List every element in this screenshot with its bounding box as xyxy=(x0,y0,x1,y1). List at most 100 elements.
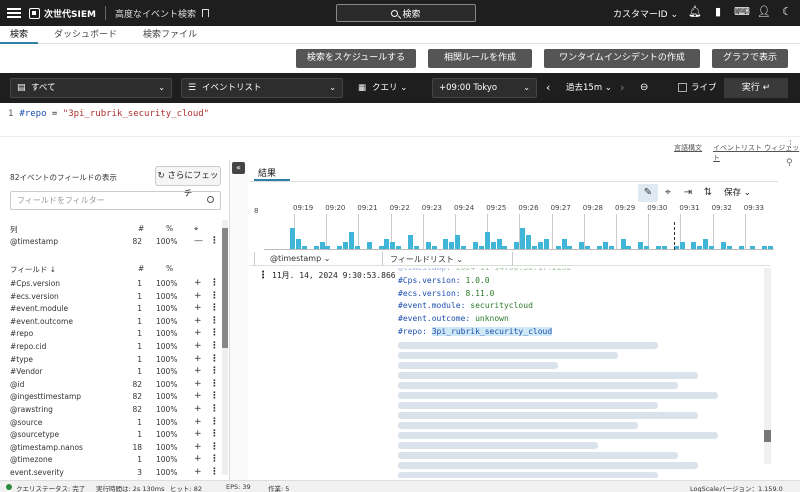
create-correlation-button[interactable]: 相関ルールを作成 xyxy=(428,49,532,68)
histogram-bar[interactable] xyxy=(354,245,360,249)
results-scrollbar[interactable] xyxy=(764,268,771,464)
add-column-icon[interactable]: + xyxy=(194,354,202,364)
more-icon[interactable]: ⋮ xyxy=(210,341,219,351)
event-histogram[interactable]: 8 09:19 09:20 09:21 09:22 09:23 09:24 09:25 09:… xyxy=(254,204,774,250)
field-row[interactable]: @id 82 100% + ⋮ xyxy=(10,379,220,392)
add-column-icon[interactable]: + xyxy=(194,303,202,313)
tab-dashboard[interactable]: ダッシュボード xyxy=(44,26,127,44)
view-dropdown[interactable]: ☰ イベントリスト ⌄ xyxy=(181,78,343,98)
histogram-bar[interactable] xyxy=(366,242,372,249)
field-row[interactable]: @timestamp.nanos 18 100% + ⋮ xyxy=(10,442,220,455)
histogram-bar[interactable] xyxy=(655,245,661,249)
user-icon[interactable]: 👤︎ xyxy=(757,5,771,19)
fields-scrollbar[interactable] xyxy=(222,220,228,475)
histogram-bar[interactable] xyxy=(472,242,478,249)
histogram-bar[interactable] xyxy=(726,245,732,249)
show-graph-button[interactable]: グラフで表示 xyxy=(712,49,788,68)
event-field-line[interactable]: #event.outcome: unknown xyxy=(398,313,718,326)
zoom-out-icon[interactable]: ⊖ xyxy=(640,78,648,98)
event-row[interactable]: ⋮ 11月. 14, 2024 9:30:53.866 @timestamp: … xyxy=(250,268,765,478)
more-icon[interactable]: ⋮ xyxy=(210,379,219,389)
customer-id-selector[interactable]: カスタマーID ⌄ xyxy=(613,7,678,20)
more-icon[interactable]: ⋮ xyxy=(210,303,219,313)
pinned-field-row[interactable]: @timestamp 82 100% — ⋮ xyxy=(10,236,220,249)
histogram-bar[interactable] xyxy=(349,231,355,249)
more-icon[interactable]: ⋮ xyxy=(210,278,219,288)
event-menu-icon[interactable]: ⋮ xyxy=(258,270,268,281)
global-search-button[interactable]: 検索 xyxy=(336,4,476,22)
query-line[interactable]: 1 #repo = "3pi_rubrik_security_cloud" xyxy=(8,109,209,119)
histogram-bar[interactable] xyxy=(596,245,602,249)
fields-label[interactable]: フィールド ↓ xyxy=(10,265,56,274)
add-column-icon[interactable]: + xyxy=(194,291,202,301)
add-column-icon[interactable]: + xyxy=(194,404,202,414)
histogram-bar[interactable] xyxy=(514,242,520,249)
field-row[interactable]: #Vendor 1 100% + ⋮ xyxy=(10,366,220,379)
field-row[interactable]: @sourcetype 1 100% + ⋮ xyxy=(10,429,220,442)
histogram-bar[interactable] xyxy=(526,235,532,249)
histogram-bar[interactable] xyxy=(661,245,667,249)
more-icon[interactable]: ⋮ xyxy=(210,236,219,246)
run-button[interactable]: 実行 ↵ xyxy=(724,78,788,98)
histogram-bar[interactable] xyxy=(620,238,626,249)
histogram-bar[interactable] xyxy=(390,242,396,249)
bookmark-icon[interactable] xyxy=(201,8,209,18)
event-field-line[interactable]: #Cps.version: 1.0.0 xyxy=(398,275,718,288)
field-row[interactable]: @source 1 100% + ⋮ xyxy=(10,417,220,430)
more-icon[interactable]: ⋮ xyxy=(210,467,219,477)
more-icon[interactable]: ⋮ xyxy=(210,404,219,414)
field-row[interactable]: #event.module 1 100% + ⋮ xyxy=(10,303,220,316)
histogram-bar[interactable] xyxy=(585,245,591,249)
histogram-bar[interactable] xyxy=(290,228,295,249)
dark-mode-icon[interactable]: ☾ xyxy=(780,5,794,19)
event-field-line[interactable]: #ecs.version: 8.11.0 xyxy=(398,288,718,301)
histogram-bar[interactable] xyxy=(490,242,496,249)
histogram-bar[interactable] xyxy=(313,245,319,249)
histogram-bar[interactable] xyxy=(425,242,431,249)
field-row[interactable]: @rawstring 82 100% + ⋮ xyxy=(10,404,220,417)
histogram-bar[interactable] xyxy=(644,245,650,249)
histogram-bar[interactable] xyxy=(561,238,567,249)
crosshair-icon[interactable]: ⌖ xyxy=(658,184,678,202)
histogram-bar[interactable] xyxy=(762,245,768,249)
histogram-bar[interactable] xyxy=(697,245,703,249)
histogram-bar[interactable] xyxy=(768,245,774,249)
add-column-icon[interactable]: + xyxy=(194,467,202,477)
histogram-bar[interactable] xyxy=(443,238,449,249)
panel-splitter[interactable] xyxy=(230,160,248,480)
histogram-bar[interactable] xyxy=(703,238,709,249)
histogram-bar[interactable] xyxy=(478,245,484,249)
sort-icon[interactable]: ⇅ xyxy=(698,184,718,202)
event-field-line[interactable]: @timestamp: 2024-11-14T00:30:17.225Z xyxy=(398,268,718,275)
time-range-dropdown[interactable]: 過去15m ⌄ xyxy=(566,78,612,98)
histogram-bar[interactable] xyxy=(396,245,402,249)
fetch-more-button[interactable]: ↻ さらにフェッチ xyxy=(155,166,221,199)
histogram-bar[interactable] xyxy=(461,245,467,249)
create-incident-button[interactable]: ワンタイムインシデントの作成 xyxy=(544,49,700,68)
histogram-bar[interactable] xyxy=(413,245,419,249)
timezone-dropdown[interactable]: +09:00 Tokyo ⌄ xyxy=(432,78,537,98)
tab-results[interactable]: 結果 xyxy=(258,166,276,179)
histogram-bar[interactable] xyxy=(709,245,715,249)
add-column-icon[interactable]: + xyxy=(194,417,202,427)
column-timestamp[interactable]: @timestamp ⌄ xyxy=(270,254,330,263)
more-icon[interactable]: ⋮ xyxy=(210,454,219,464)
histogram-bar[interactable] xyxy=(496,238,502,249)
histogram-bar[interactable] xyxy=(484,231,490,249)
tab-search[interactable]: 検索 xyxy=(0,26,39,44)
event-field-line[interactable]: #repo: 3pi_rubrik_security_cloud xyxy=(398,326,718,339)
app-logo[interactable]: 次世代SIEM xyxy=(29,7,96,20)
add-column-icon[interactable]: + xyxy=(194,366,202,376)
add-column-icon[interactable]: + xyxy=(194,316,202,326)
schedule-search-button[interactable]: 検索をスケジュールする xyxy=(296,49,416,68)
add-column-icon[interactable]: + xyxy=(194,429,202,439)
histogram-bar[interactable] xyxy=(408,235,414,249)
column-format-icon[interactable]: ⇥ xyxy=(678,184,698,202)
histogram-bar[interactable] xyxy=(325,245,331,249)
query-editor[interactable]: 1 #repo = "3pi_rubrik_security_cloud" xyxy=(0,103,800,137)
histogram-bar[interactable] xyxy=(750,245,756,249)
field-row[interactable]: #repo 1 100% + ⋮ xyxy=(10,328,220,341)
tab-search-files[interactable]: 検索ファイル xyxy=(133,26,207,44)
histogram-bar[interactable] xyxy=(455,235,461,249)
previous-range-button[interactable]: ‹ xyxy=(546,78,550,98)
